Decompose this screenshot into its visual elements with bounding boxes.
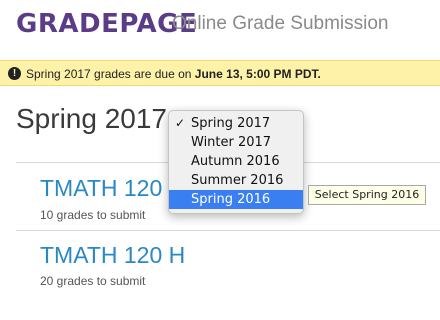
checkmark-icon: ✓ [175, 116, 186, 130]
banner-text: Spring 2017 grades are due on June 13, 5… [26, 67, 321, 81]
due-date-banner: ! Spring 2017 grades are due on June 13,… [0, 60, 440, 86]
term-option-spring-2016[interactable]: Spring 2016 [169, 190, 303, 209]
term-option-label: Winter 2017 [191, 135, 272, 150]
term-option-winter-2017[interactable]: Winter 2017 [169, 133, 303, 152]
course-link-tmath-120[interactable]: TMATH 120 [40, 175, 162, 202]
term-option-label: Summer 2016 [191, 173, 284, 188]
course-link-tmath-120-h[interactable]: TMATH 120 H [40, 242, 185, 269]
course-grades-count: 20 grades to submit [40, 274, 146, 288]
term-option-label: Spring 2016 [191, 192, 271, 207]
alert-icon: ! [8, 67, 21, 80]
course-grades-count: 10 grades to submit [40, 208, 146, 222]
term-option-spring-2017[interactable]: ✓ Spring 2017 [169, 114, 303, 133]
banner-due-date: June 13, 5:00 PM PDT. [194, 67, 321, 81]
term-dropdown-menu[interactable]: ✓ Spring 2017 Winter 2017 Autumn 2016 Su… [168, 110, 304, 214]
app-subtitle: Online Grade Submission [172, 13, 389, 34]
app-header: GRADEPAGE Online Grade Submission [0, 0, 440, 58]
term-option-autumn-2016[interactable]: Autumn 2016 [169, 152, 303, 171]
term-option-summer-2016[interactable]: Summer 2016 [169, 171, 303, 190]
term-selector-title[interactable]: Spring 2017 [16, 103, 167, 135]
term-option-label: Autumn 2016 [191, 154, 280, 169]
app-logo[interactable]: GRADEPAGE [16, 9, 197, 39]
option-tooltip: Select Spring 2016 [308, 185, 426, 205]
divider [16, 230, 440, 231]
banner-text-prefix: Spring 2017 grades are due on [26, 67, 195, 81]
term-option-label: Spring 2017 [191, 116, 271, 131]
